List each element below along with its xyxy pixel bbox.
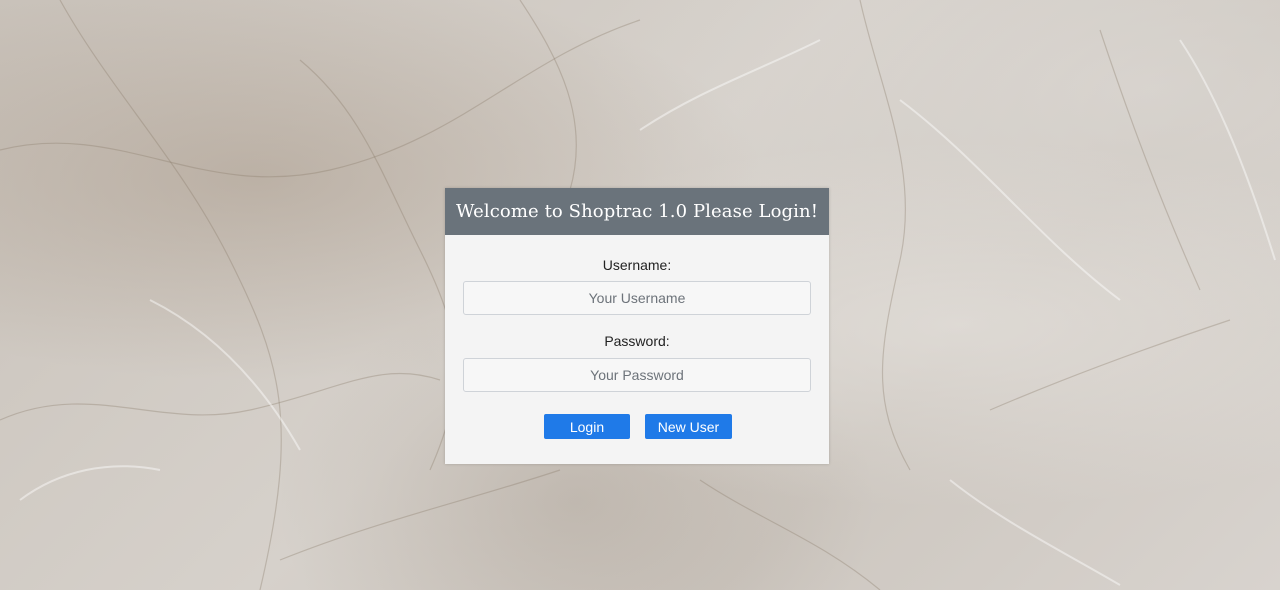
password-input[interactable] xyxy=(463,358,811,392)
login-title: Welcome to Shoptrac 1.0 Please Login! xyxy=(455,201,819,222)
login-dialog: Welcome to Shoptrac 1.0 Please Login! Us… xyxy=(445,188,829,464)
new-user-button[interactable]: New User xyxy=(645,414,732,439)
username-input[interactable] xyxy=(463,281,811,315)
login-button[interactable]: Login xyxy=(544,414,630,439)
password-label: Password: xyxy=(604,333,670,349)
username-label: Username: xyxy=(602,257,672,273)
login-header: Welcome to Shoptrac 1.0 Please Login! xyxy=(445,188,829,235)
